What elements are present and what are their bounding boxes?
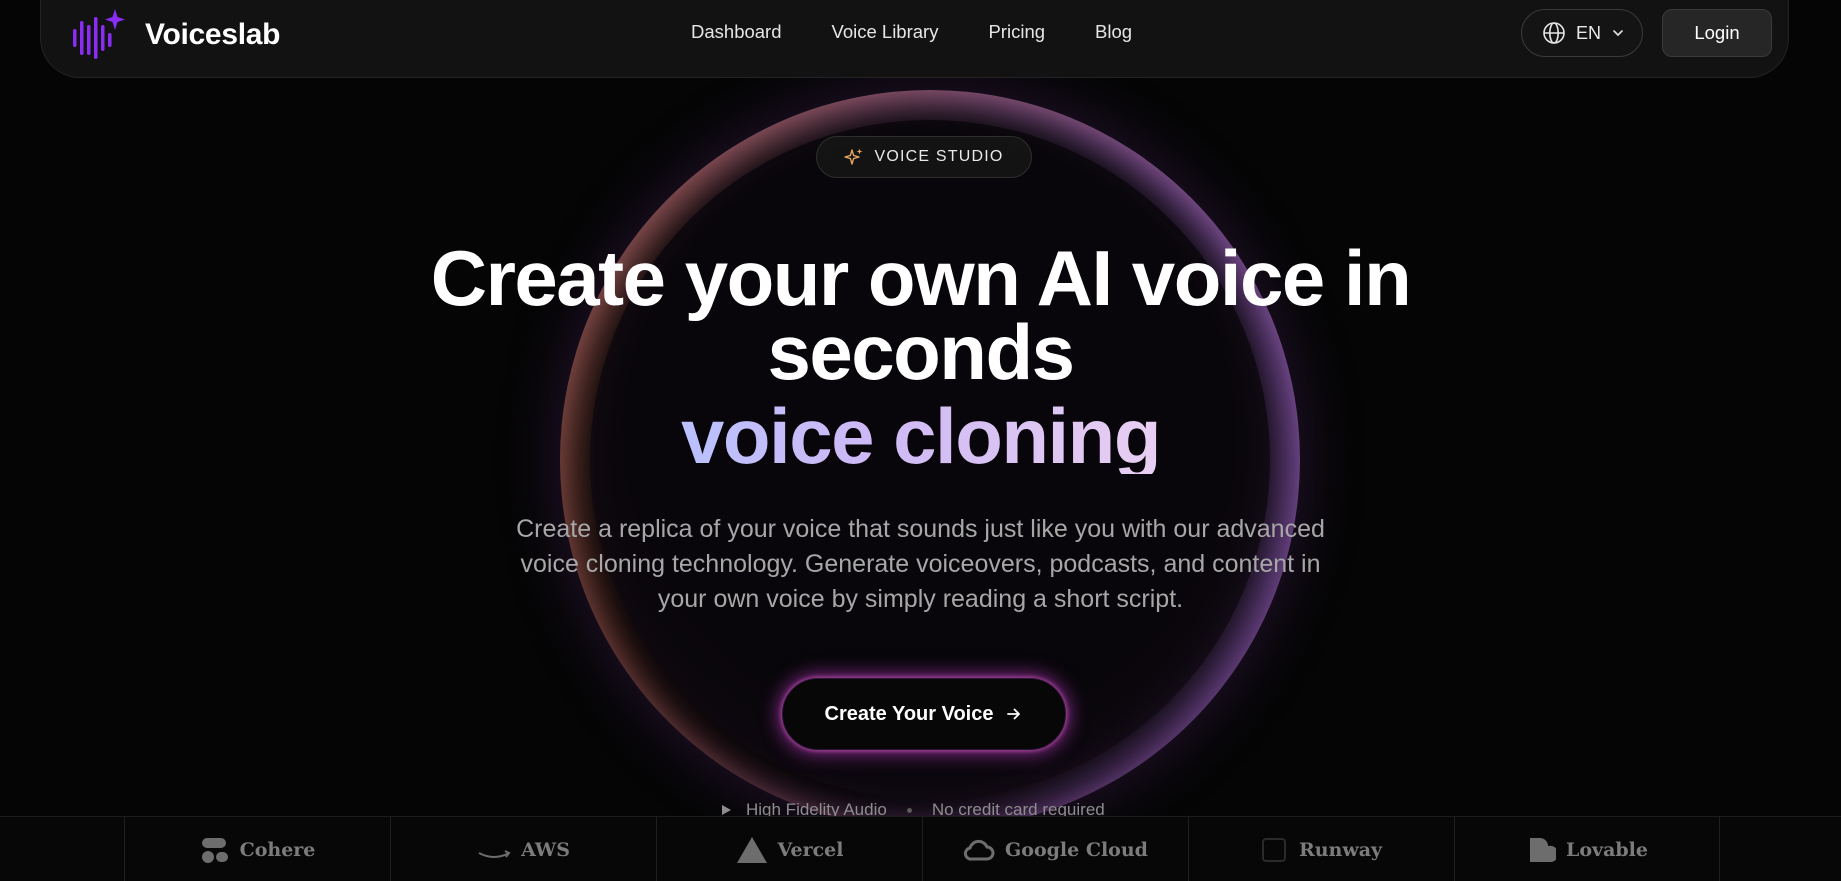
partner-vercel: Vercel (656, 817, 922, 881)
partner-name: Lovable (1566, 838, 1648, 861)
nav-link-voice-library[interactable]: Voice Library (832, 21, 939, 43)
badge-label: VOICE STUDIO (874, 148, 1004, 165)
partner-name: Vercel (777, 838, 844, 861)
partner-name: AWS (521, 838, 570, 861)
play-icon (722, 805, 731, 815)
cta-label: Create Your Voice (824, 702, 994, 725)
lovable-icon (1530, 837, 1556, 862)
partner-aws: AWS (390, 817, 656, 881)
vercel-icon (736, 836, 767, 863)
partner-logo-strip: Cohere AWS Vercel Google Cloud Runway Lo… (0, 816, 1841, 881)
partner-name: Runway (1298, 838, 1383, 861)
feature-separator (906, 807, 912, 813)
chevron-down-icon (1613, 30, 1623, 37)
hero-headline-line2: seconds (767, 308, 1075, 396)
logo-waveform-icon (73, 9, 125, 59)
nav-link-pricing[interactable]: Pricing (988, 21, 1045, 43)
language-selector[interactable]: EN (1521, 9, 1643, 57)
hero-headline-line1: Create your own AI voice in (430, 234, 1412, 322)
voice-studio-badge: VOICE STUDIO (816, 136, 1032, 178)
primary-nav: Dashboard Voice Library Pricing Blog (691, 21, 1182, 43)
partner-runway: Runway (1188, 817, 1454, 881)
create-your-voice-button[interactable]: Create Your Voice (782, 678, 1066, 750)
hero-headline-highlight: voice cloning (660, 397, 1181, 475)
cohere-icon (201, 837, 228, 863)
partner-name: Cohere (239, 838, 316, 861)
partner-lovable: Lovable (1454, 817, 1720, 881)
hero-subcopy: Create a replica of your voice that soun… (516, 515, 1325, 613)
language-code: EN (1576, 22, 1602, 43)
partner-cohere: Cohere (124, 817, 390, 881)
sparkles-icon (844, 148, 863, 165)
aws-icon (478, 849, 511, 858)
brand-logo[interactable]: Voiceslab (71, 9, 280, 61)
login-button[interactable]: Login (1662, 9, 1772, 57)
nav-link-blog[interactable]: Blog (1095, 21, 1132, 43)
top-nav: Voiceslab Dashboard Voice Library Pricin… (40, 0, 1789, 78)
runway-icon (1261, 837, 1286, 862)
partner-name: Google Cloud (1005, 838, 1148, 861)
partner-google-cloud: Google Cloud (922, 817, 1188, 881)
arrow-right-icon (1007, 708, 1021, 720)
brand-name: Voiceslab (145, 18, 281, 51)
globe-icon (1543, 22, 1565, 44)
nav-link-dashboard[interactable]: Dashboard (691, 21, 782, 43)
google-cloud-icon (963, 839, 995, 861)
